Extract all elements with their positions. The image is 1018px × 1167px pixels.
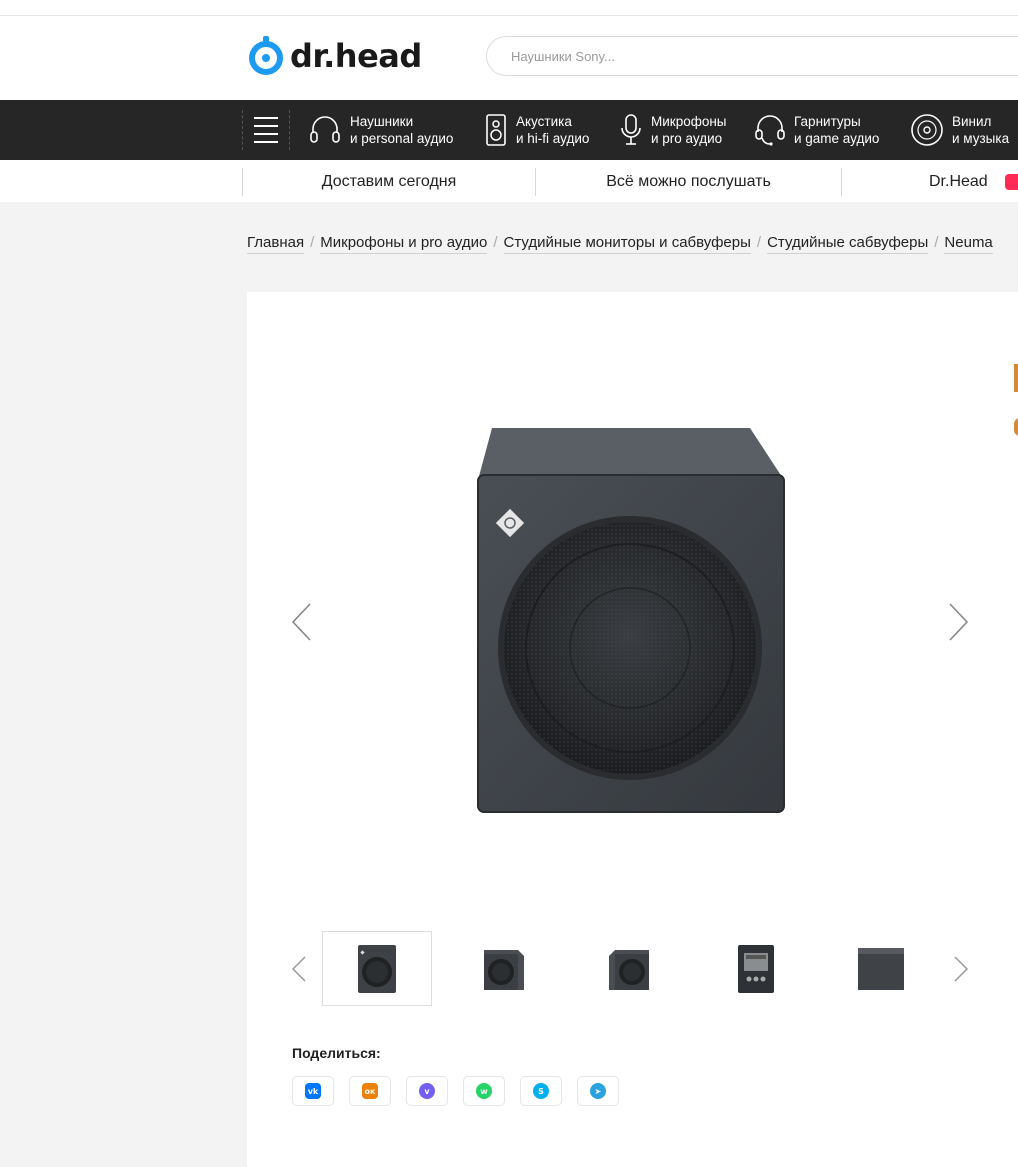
gallery-next-icon[interactable] <box>946 602 970 642</box>
nav-item-headsets[interactable]: Гарнитуры и game аудио <box>754 100 879 160</box>
speaker-icon <box>486 114 506 146</box>
site-logo[interactable]: dr.head <box>248 36 422 76</box>
thumbnail-image <box>358 944 396 993</box>
subnav-drhead[interactable]: Dr.Head <box>842 168 1018 196</box>
nav-item-label: Микрофоны <box>651 114 727 129</box>
subnav-listen-all[interactable]: Всё можно послушать <box>536 168 841 196</box>
nav-item-microphones[interactable]: Микрофоны и pro аудио <box>619 100 726 160</box>
breadcrumb-separator: / <box>934 234 939 251</box>
sub-nav: Доставим сегодня Всё можно послушать Dr.… <box>0 160 1018 202</box>
whatsapp-icon: w <box>476 1083 492 1099</box>
share-title: Поделиться: <box>292 1045 381 1061</box>
thumbnail-angle-left[interactable] <box>448 931 558 1006</box>
logo-icon <box>249 36 283 75</box>
share-vk-button[interactable]: vk <box>292 1076 334 1106</box>
thumbnail-image <box>609 949 649 990</box>
vinyl-icon <box>911 114 943 146</box>
share-ok-button[interactable]: ок <box>349 1076 391 1106</box>
breadcrumb-link-current[interactable]: Neuma <box>944 234 993 254</box>
cropped-title-mark <box>1014 364 1018 392</box>
headset-icon <box>755 115 785 146</box>
thumbnail-image <box>858 947 904 990</box>
gallery-prev-icon[interactable] <box>290 602 314 642</box>
nav-item-sublabel: и музыка <box>952 131 1010 146</box>
menu-icon[interactable] <box>242 110 290 150</box>
thumbnail-angle-right[interactable] <box>575 931 685 1006</box>
top-strip <box>0 0 1018 16</box>
nav-item-label: Гарнитуры <box>794 114 861 129</box>
breadcrumb-link-microphones[interactable]: Микрофоны и pro аудио <box>320 234 488 254</box>
thumbnail-back[interactable] <box>701 931 811 1006</box>
search-input[interactable] <box>486 36 1018 76</box>
vk-icon: vk <box>305 1083 321 1099</box>
thumbnail-image <box>738 944 774 993</box>
breadcrumb-link-home[interactable]: Главная <box>247 234 305 254</box>
breadcrumb-link-subwoofers[interactable]: Студийные сабвуферы <box>767 234 929 254</box>
cropped-price-mark <box>1014 418 1018 436</box>
share-viber-button[interactable]: v <box>406 1076 448 1106</box>
thumbnail-side[interactable] <box>826 931 936 1006</box>
share-skype-button[interactable]: S <box>520 1076 562 1106</box>
breadcrumb: Главная / Микрофоны и pro аудио / Студийные … <box>247 234 993 254</box>
breadcrumb-separator: / <box>310 234 315 251</box>
skype-icon: S <box>533 1083 549 1099</box>
nav-item-label: Наушники <box>350 114 414 129</box>
share-whatsapp-button[interactable]: w <box>463 1076 505 1106</box>
thumbnail-image <box>484 949 524 990</box>
breadcrumb-separator: / <box>493 234 498 251</box>
status-badge <box>1005 174 1018 190</box>
nav-item-acoustics[interactable]: Акустика и hi-fi аудио <box>484 100 589 160</box>
viber-icon: v <box>419 1083 435 1099</box>
share-telegram-button[interactable]: ➤ <box>577 1076 619 1106</box>
nav-item-label: Винил <box>952 114 992 129</box>
nav-item-vinyl[interactable]: Винил и музыка <box>910 100 1009 160</box>
thumbs-next-icon[interactable] <box>952 955 970 983</box>
thumbnail-front[interactable] <box>322 931 432 1006</box>
thumbs-prev-icon[interactable] <box>290 955 308 983</box>
nav-item-headphones[interactable]: Наушники и personal аудио <box>308 100 453 160</box>
microphone-icon <box>621 114 641 145</box>
category-nav: Наушники и personal аудио Акустика и hi-… <box>0 100 1018 160</box>
odnoklassniki-icon: ок <box>362 1083 378 1099</box>
nav-item-sublabel: и personal аудио <box>350 131 454 146</box>
logo-text: dr.head <box>290 37 422 75</box>
headphones-icon <box>310 116 340 143</box>
nav-item-label: Акустика <box>516 114 572 129</box>
site-header: dr.head <box>0 16 1018 100</box>
nav-item-sublabel: и pro аудио <box>651 131 723 146</box>
product-image[interactable] <box>470 420 790 820</box>
subnav-delivery-today[interactable]: Доставим сегодня <box>243 168 535 196</box>
nav-item-sublabel: и hi-fi аудио <box>516 131 590 146</box>
telegram-icon: ➤ <box>590 1083 606 1099</box>
breadcrumb-separator: / <box>756 234 762 251</box>
nav-item-sublabel: и game аудио <box>794 131 880 146</box>
breadcrumb-link-monitors[interactable]: Студийные мониторы и сабвуферы <box>503 234 751 254</box>
